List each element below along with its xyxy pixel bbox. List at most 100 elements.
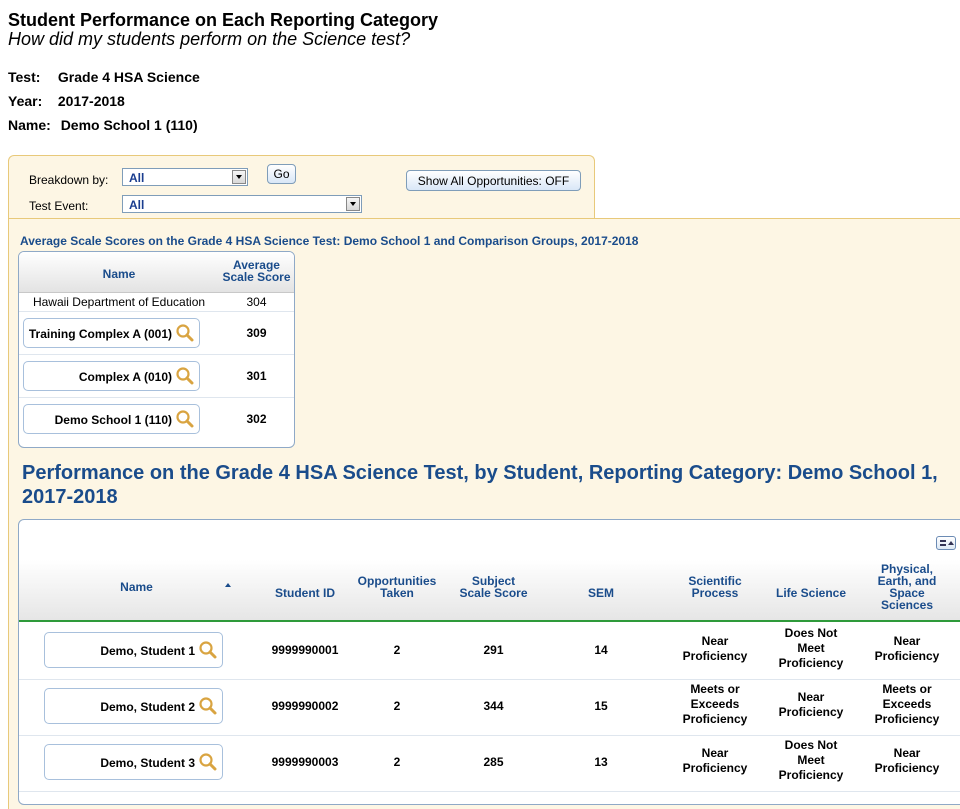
level-line: Near [797,690,825,704]
col-header-subject-line2: Scale Score [459,586,528,600]
col-header-student-id[interactable]: Student ID [254,587,356,599]
student-drilldown-button[interactable]: Demo, Student 1 [44,632,223,668]
drilldown-button[interactable]: Demo School 1 (110) [23,404,200,434]
col-header-sci-line2: Process [691,586,739,600]
avg-col-score-line2: Scale Score [222,270,291,284]
avg-row: Demo School 1 (110) 302 [19,398,294,440]
student-id: 9999990003 [271,755,339,769]
table-row: Demo, Student 3 9999990003 2 285 13 Near… [19,734,960,792]
chevron-down-icon[interactable] [346,197,360,211]
col-header-opportunities-line2: Taken [380,586,414,600]
drilldown-button[interactable]: Training Complex A (001) [23,318,200,348]
test-event-select[interactable]: All [122,195,362,213]
student-name: Demo, Student 1 [100,644,195,658]
col-header-scientific-process[interactable]: Scientific Process [667,575,763,599]
level-line: Does Not [784,738,838,752]
scientific-process-level: Near Proficiency [667,634,763,664]
sem-value: 13 [594,755,608,769]
physical-earth-space-level: Near Proficiency [859,634,955,664]
avg-row: Training Complex A (001) 309 [19,312,294,355]
level-line: Proficiency [874,712,940,726]
chevron-down-icon[interactable] [232,170,246,184]
col-header-life-science[interactable]: Life Science [763,587,859,599]
physical-earth-space-level: Near Proficiency [859,746,955,776]
go-button[interactable]: Go [267,164,296,184]
level-line: Proficiency [682,649,748,663]
magnifier-icon [176,324,194,342]
avg-row-score: 301 [246,369,267,383]
life-science-level: Does Not Meet Proficiency [763,626,859,671]
subject-scale-score: 344 [483,699,504,713]
subject-scale-score: 285 [483,755,504,769]
avg-row-name: Training Complex A (001) [28,327,172,341]
name-info: Name: Demo School 1 (110) [8,117,198,133]
avg-row-name: Demo School 1 (110) [54,413,172,427]
magnifier-icon [199,641,217,659]
scientific-process-level: Meets or Exceeds Proficiency [667,682,763,727]
level-line: Proficiency [778,656,844,670]
avg-table-header: Name Average Scale Score [19,252,294,293]
opportunities-taken: 2 [393,699,401,713]
col-header-sem[interactable]: SEM [549,587,653,599]
student-drilldown-button[interactable]: Demo, Student 3 [44,744,223,780]
col-header-name-label: Name [120,580,153,594]
life-science-level: Does Not Meet Proficiency [763,738,859,783]
col-header-phys-line4: Sciences [880,598,934,612]
col-header-opportunities[interactable]: Opportunities Taken [356,575,438,599]
physical-earth-space-level: Meets or Exceeds Proficiency [859,682,955,727]
performance-section-title: Performance on the Grade 4 HSA Science T… [22,462,938,508]
scientific-process-level: Near Proficiency [667,746,763,776]
opportunities-taken: 2 [393,643,401,657]
level-line: Near [893,634,921,648]
level-line: Proficiency [778,768,844,782]
col-header-physical-earth-space[interactable]: Physical, Earth, and Space Sciences [859,563,955,611]
sort-ascending-icon[interactable] [225,583,231,587]
magnifier-icon [199,753,217,771]
test-info: Test: Grade 4 HSA Science [8,69,200,85]
year-label: Year: [8,93,43,109]
test-event-selected-value: All [129,198,145,212]
level-line: Exceeds [882,697,932,711]
page-title: Student Performance on Each Reporting Ca… [8,10,439,30]
test-label: Test: [8,69,41,85]
student-id: 9999990001 [271,643,339,657]
level-line: Proficiency [682,761,748,775]
avg-row-name: Hawaii Department of Education [32,295,206,309]
sem-value: 15 [594,699,608,713]
student-id: 9999990002 [271,699,339,713]
subject-scale-score: 291 [483,643,504,657]
table-row: Demo, Student 1 9999990001 2 291 14 Near… [19,622,960,680]
level-line: Meet [797,753,825,767]
magnifier-icon [176,367,194,385]
page-subtitle: How did my students perform on the Scien… [8,29,411,49]
year-info: Year: 2017-2018 [8,93,125,109]
level-line: Meets or [882,682,932,696]
student-drilldown-button[interactable]: Demo, Student 2 [44,688,223,724]
avg-col-name[interactable]: Name [19,267,219,281]
test-value: Grade 4 HSA Science [57,69,200,85]
col-header-name[interactable]: Name [19,581,254,593]
avg-row: Hawaii Department of Education 304 [19,293,294,312]
student-table-header: Name Student ID Opportunities Taken Subj… [19,560,960,622]
breakdown-label: Breakdown by: [29,173,109,187]
magnifier-icon [176,410,194,428]
level-line: Exceeds [690,697,740,711]
col-header-subject-scale-score[interactable]: Subject Scale Score [446,575,541,599]
name-label: Name: [8,117,51,133]
show-all-opportunities-toggle[interactable]: Show All Opportunities: OFF [406,170,581,191]
breakdown-select[interactable]: All [122,168,248,186]
student-name: Demo, Student 2 [100,700,195,714]
avg-row-score: 309 [246,326,267,340]
drilldown-button[interactable]: Complex A (010) [23,361,200,391]
life-science-level: Near Proficiency [763,690,859,720]
avg-row-name: Complex A (010) [78,370,172,384]
avg-row: Complex A (010) 301 [19,355,294,398]
level-line: Near [701,634,729,648]
level-line: Proficiency [874,649,940,663]
avg-col-score[interactable]: Average Scale Score [219,259,294,283]
avg-row-score: 302 [246,412,267,426]
level-line: Proficiency [874,761,940,775]
column-menu-icon[interactable] [936,536,956,550]
student-name: Demo, Student 3 [100,756,195,770]
table-row: Demo, Student 2 9999990002 2 344 15 Meet… [19,678,960,736]
